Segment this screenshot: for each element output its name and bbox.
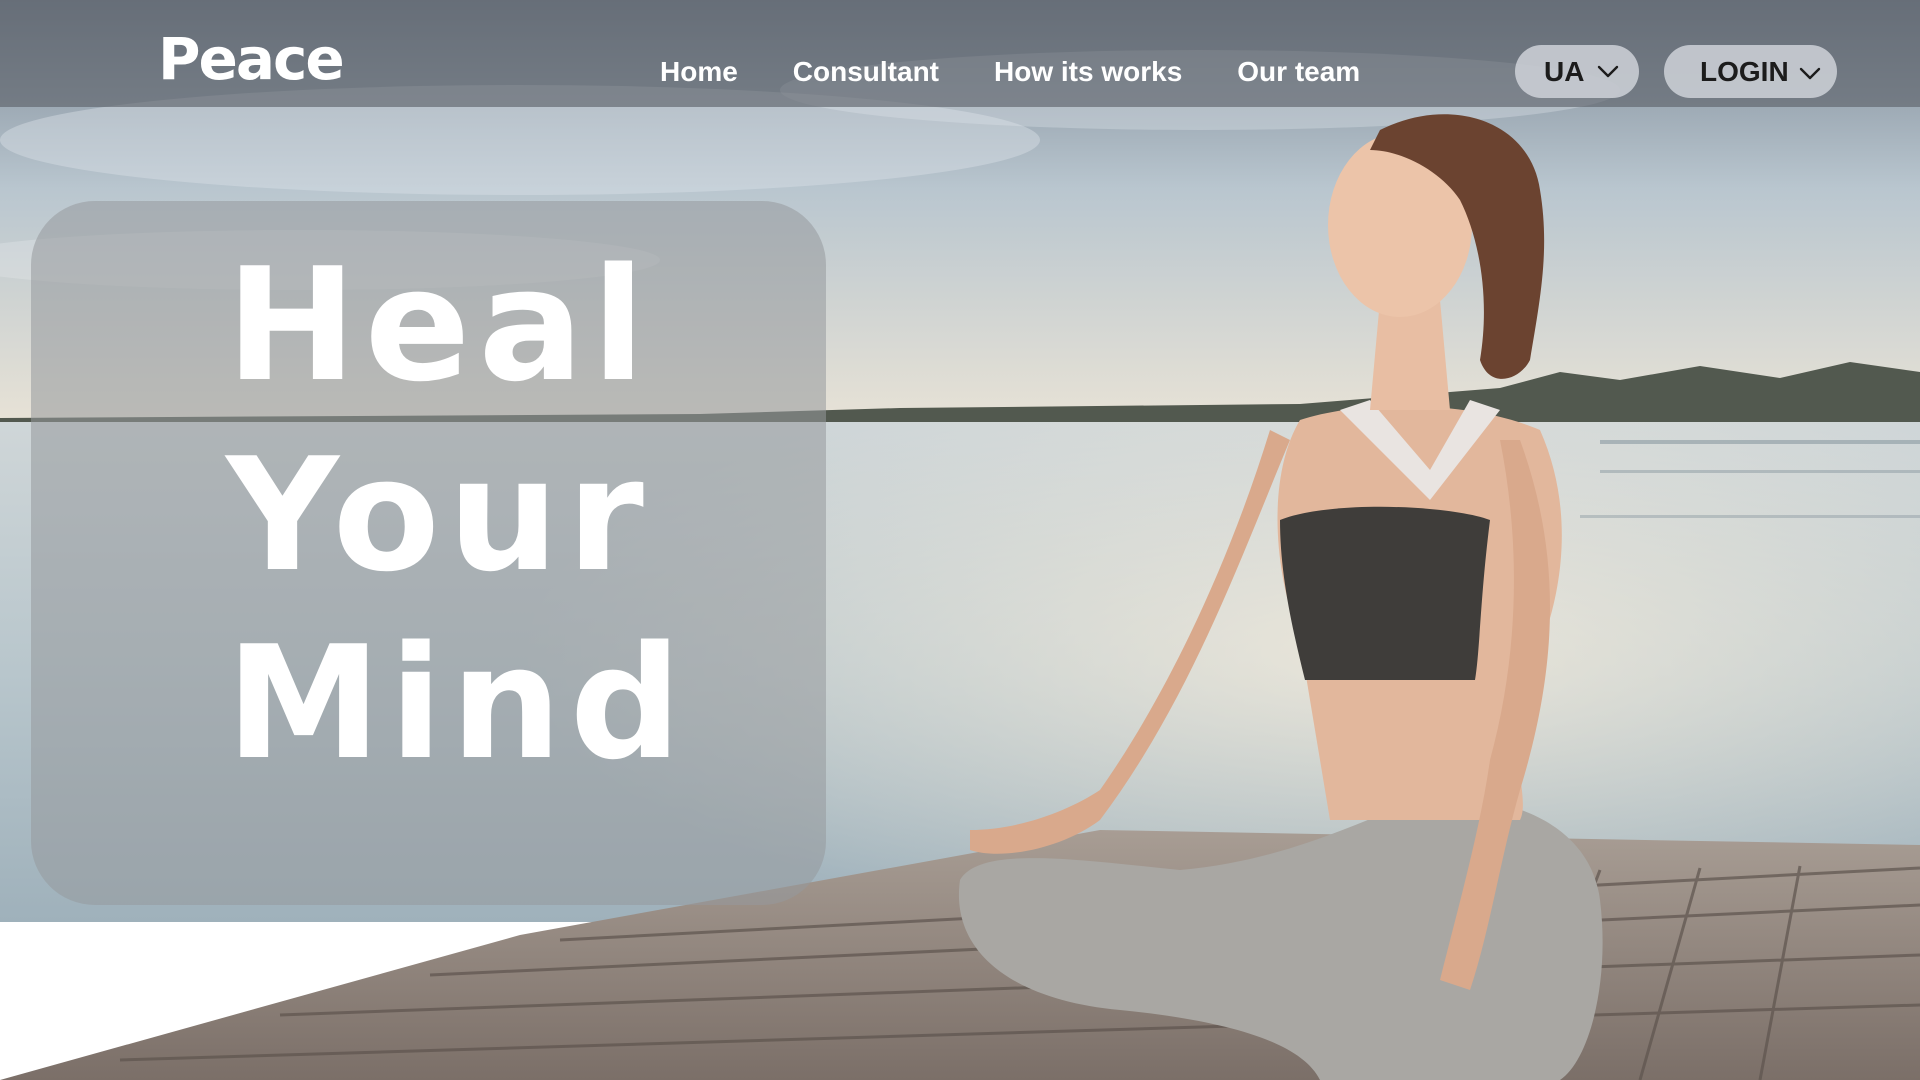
- main-nav: Home Consultant How its works Our team: [660, 52, 1360, 92]
- chevron-down-icon: [1597, 65, 1619, 78]
- landing-page: Peace Home Consultant How its works Our …: [0, 0, 1920, 1080]
- peace-logo[interactable]: Peace: [158, 24, 345, 94]
- hero-headline-line-1: Heal: [226, 234, 654, 416]
- nav-link-our-team[interactable]: Our team: [1237, 52, 1360, 92]
- language-selector[interactable]: UA: [1515, 45, 1639, 98]
- nav-link-home[interactable]: Home: [660, 52, 738, 92]
- login-menu-button[interactable]: LOGIN: [1664, 45, 1837, 98]
- hero-headline-line-3: Mind: [226, 612, 690, 794]
- language-selector-value: UA: [1544, 55, 1585, 87]
- nav-link-consultant[interactable]: Consultant: [793, 52, 939, 92]
- login-menu-label: LOGIN: [1700, 55, 1789, 87]
- top-navigation-bar: Peace Home Consultant How its works Our …: [0, 0, 1920, 107]
- chevron-down-icon: [1799, 67, 1821, 80]
- hero-headline-line-2: Your: [226, 424, 652, 606]
- nav-link-how-its-works[interactable]: How its works: [994, 52, 1182, 92]
